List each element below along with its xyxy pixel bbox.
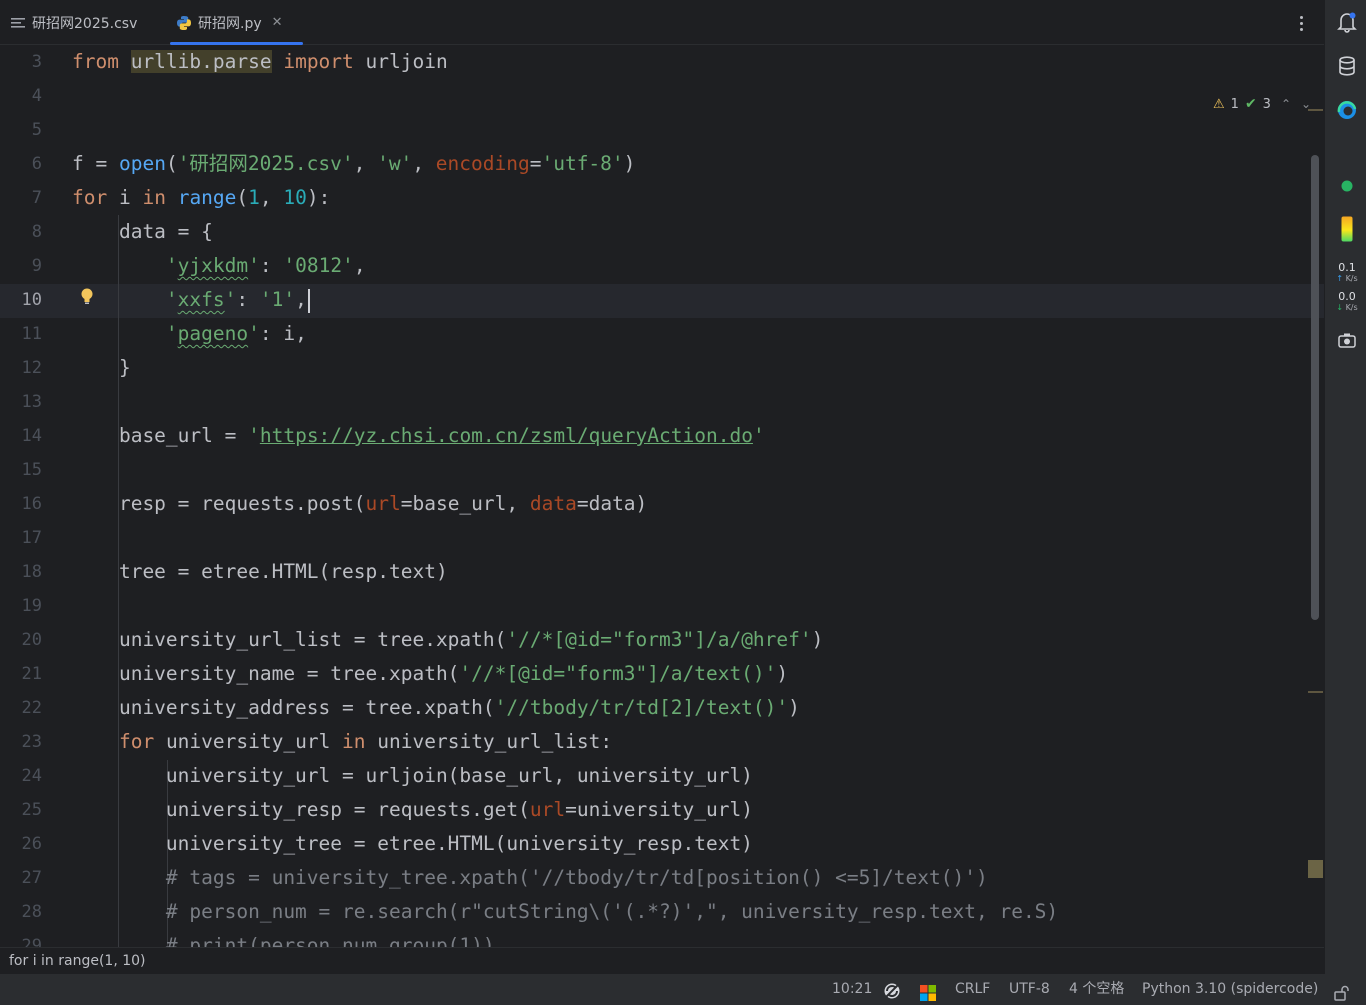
lock-icon[interactable]	[1333, 982, 1349, 1001]
code-area[interactable]: from urllib.parse import urljoin f = ope…	[72, 45, 1302, 947]
line-separator[interactable]: CRLF	[955, 974, 990, 1005]
code-line: 'yjxkdm': '0812',	[165, 254, 366, 277]
line-number[interactable]: 28	[0, 895, 42, 929]
line-number[interactable]: 21	[0, 657, 42, 691]
code-editor[interactable]: 3 4 5 6 7 8 9 10 11 12 13 14 15 16 17 18 19 20 21 22 23 24 25 2…	[0, 45, 1324, 947]
line-number[interactable]: 11	[0, 317, 42, 351]
code-line: university_name = tree.xpath('//*[@id="f…	[72, 662, 789, 685]
code-line: 'xxfs': '1',	[72, 283, 310, 317]
code-line: university_url_list = tree.xpath('//*[@i…	[72, 628, 824, 651]
code-line: tree = etree.HTML(resp.text)	[72, 560, 448, 583]
line-number[interactable]: 27	[0, 861, 42, 895]
download-speed-unit: ↓ K/s	[1336, 303, 1358, 312]
warning-icon: ⚠	[1213, 96, 1225, 112]
line-number[interactable]: 8	[0, 215, 42, 249]
inspection-widget[interactable]: ⚠ 1 ✔ 3 ⌃ ⌄	[1213, 96, 1311, 112]
breadcrumb-item[interactable]: for i in range(1, 10)	[9, 953, 146, 969]
vertical-scrollbar[interactable]	[1311, 155, 1319, 620]
upload-speed: 0.1 ↑ K/s	[1329, 262, 1365, 284]
line-number[interactable]: 13	[0, 385, 42, 419]
line-number[interactable]: 3	[0, 45, 42, 79]
code-line: for university_url in university_url_lis…	[118, 730, 613, 753]
code-line: # print(person_num.group(1))	[72, 934, 495, 947]
line-number[interactable]: 17	[0, 521, 42, 555]
code-line: university_resp = requests.get(url=unive…	[72, 798, 753, 821]
status-bar: 10:21 CRLF UTF-8 4 个空格 Python 3.10 (spid…	[0, 974, 1366, 1005]
line-number[interactable]: 15	[0, 453, 42, 487]
line-number[interactable]: 26	[0, 827, 42, 861]
close-tab-icon[interactable]: ✕	[272, 15, 283, 30]
line-number[interactable]: 18	[0, 555, 42, 589]
status-dot-icon	[1336, 175, 1358, 197]
tab-csv-file[interactable]: 研招网2025.csv	[10, 0, 137, 45]
previous-highlight-icon[interactable]: ⌃	[1281, 97, 1291, 111]
right-tool-strip: 0.1 ↑ K/s 0.0 ↓ K/s	[1324, 0, 1366, 974]
more-options-icon[interactable]	[1292, 12, 1310, 34]
text-caret	[307, 288, 310, 313]
line-number[interactable]: 14	[0, 419, 42, 453]
file-encoding[interactable]: UTF-8	[1009, 974, 1050, 1005]
line-number[interactable]: 19	[0, 589, 42, 623]
database-icon[interactable]	[1336, 55, 1358, 77]
indent-setting[interactable]: 4 个空格	[1069, 974, 1124, 1005]
code-line: # person_num = re.search(r"cutString\('(…	[72, 900, 1059, 923]
error-stripe-mark[interactable]	[1308, 691, 1323, 693]
warning-count: 1	[1230, 96, 1239, 112]
python-file-icon	[176, 15, 192, 31]
line-number[interactable]: 7	[0, 181, 42, 215]
line-number[interactable]: 6	[0, 147, 42, 181]
code-line: f = open('研招网2025.csv', 'w', encoding='u…	[72, 152, 636, 175]
line-number[interactable]: 23	[0, 725, 42, 759]
memory-indicator-icon[interactable]	[1336, 216, 1358, 242]
notifications-icon[interactable]	[1336, 11, 1358, 33]
weak-warning-icon: ✔	[1244, 96, 1257, 112]
line-number[interactable]: 22	[0, 691, 42, 725]
code-line: for i in range(1, 10):	[72, 186, 331, 209]
code-line: }	[72, 356, 131, 379]
python-interpreter[interactable]: Python 3.10 (spidercode)	[1142, 974, 1318, 1005]
line-number[interactable]: 16	[0, 487, 42, 521]
code-line: from urllib.parse import urljoin	[72, 50, 448, 73]
code-line: university_tree = etree.HTML(university_…	[72, 832, 753, 855]
vcs-icon[interactable]	[883, 981, 901, 999]
line-number[interactable]: 29	[0, 929, 42, 947]
code-line: base_url = 'https://yz.chsi.com.cn/zsml/…	[72, 424, 765, 447]
error-stripe-mark[interactable]	[1308, 109, 1323, 111]
line-number[interactable]: 20	[0, 623, 42, 657]
edge-browser-icon[interactable]	[1336, 99, 1358, 121]
line-number[interactable]: 12	[0, 351, 42, 385]
code-line: 'pageno': i,	[165, 322, 307, 345]
line-number[interactable]: 24	[0, 759, 42, 793]
line-number[interactable]: 9	[0, 249, 42, 283]
text-file-icon	[10, 15, 26, 31]
tab-label: 研招网.py	[198, 15, 262, 32]
code-line: university_url = urljoin(base_url, unive…	[72, 764, 753, 787]
line-number[interactable]: 5	[0, 113, 42, 147]
code-line: resp = requests.post(url=base_url, data=…	[72, 492, 648, 515]
code-line: university_address = tree.xpath('//tbody…	[72, 696, 800, 719]
screenshot-camera-icon[interactable]	[1336, 329, 1358, 351]
line-number[interactable]: 4	[0, 79, 42, 113]
windows-logo-icon	[920, 982, 936, 1001]
download-speed: 0.0 ↓ K/s	[1329, 291, 1365, 313]
error-stripe-mark[interactable]	[1308, 860, 1323, 878]
caret-position[interactable]: 10:21	[832, 974, 872, 1005]
tab-python-file[interactable]: 研招网.py ✕	[170, 0, 303, 45]
editor-tab-bar: 研招网2025.csv 研招网.py ✕	[0, 0, 1324, 45]
line-number[interactable]: 25	[0, 793, 42, 827]
line-number[interactable]: 10	[0, 283, 42, 317]
tab-label: 研招网2025.csv	[32, 15, 138, 32]
line-number-gutter[interactable]: 3 4 5 6 7 8 9 10 11 12 13 14 15 16 17 18 19 20 21 22 23 24 25 2…	[0, 45, 68, 947]
breadcrumb[interactable]: for i in range(1, 10)	[0, 947, 1324, 974]
code-line: data = {	[72, 220, 213, 243]
code-line: # tags = university_tree.xpath('//tbody/…	[72, 866, 988, 889]
weak-warning-count: 3	[1262, 96, 1271, 112]
upload-speed-unit: ↑ K/s	[1336, 274, 1358, 283]
